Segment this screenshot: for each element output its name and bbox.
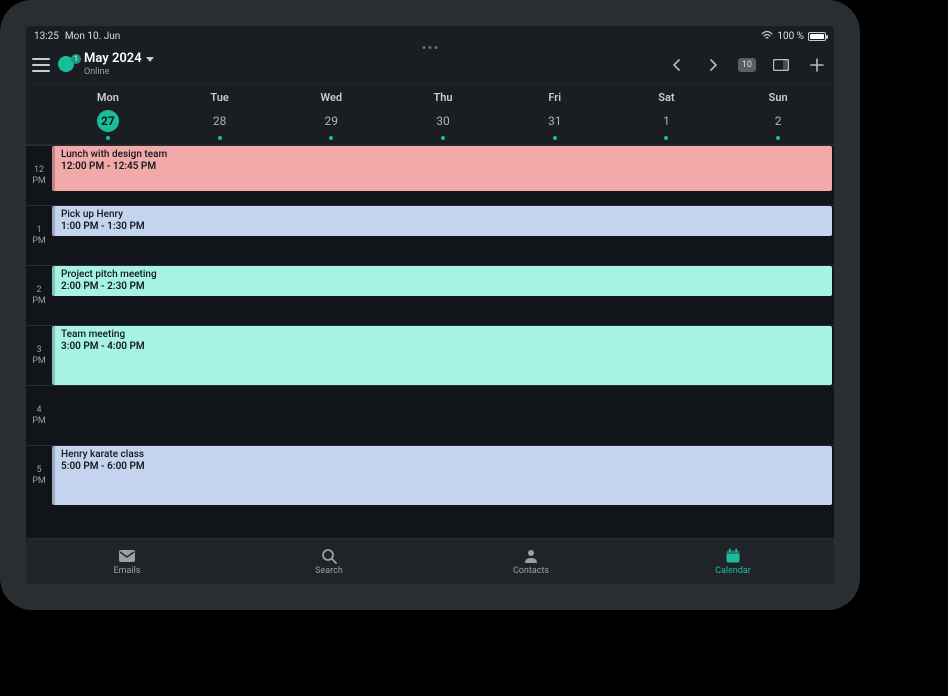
hour-row: 5PMHenry karate class5:00 PM - 6:00 PM bbox=[26, 445, 834, 505]
day-column-sun[interactable]: Sun 2 bbox=[722, 85, 834, 144]
event-time: 2:00 PM - 2:30 PM bbox=[61, 281, 826, 292]
calendar-event[interactable]: Team meeting3:00 PM - 4:00 PM bbox=[52, 326, 832, 385]
prev-button[interactable] bbox=[666, 54, 688, 76]
nav-contacts[interactable]: Contacts bbox=[430, 539, 632, 584]
search-icon bbox=[320, 548, 338, 564]
hour-content[interactable]: Pick up Henry1:00 PM - 1:30 PM bbox=[52, 206, 834, 265]
day-name: Sun bbox=[769, 91, 788, 104]
day-column-sat[interactable]: Sat 1 bbox=[611, 85, 723, 144]
hour-label: 2PM bbox=[26, 266, 52, 325]
today-button[interactable]: 10 bbox=[738, 58, 756, 72]
mail-icon bbox=[118, 548, 136, 564]
event-dot bbox=[329, 136, 333, 140]
event-dot bbox=[776, 136, 780, 140]
person-icon bbox=[522, 548, 540, 564]
hour-label: 12PM bbox=[26, 146, 52, 205]
day-number: 27 bbox=[97, 110, 119, 132]
badge-count: 1 bbox=[71, 54, 81, 64]
device-frame: 13:25 Mon 10. Jun 100 % 1 bbox=[0, 0, 860, 610]
day-number: 30 bbox=[432, 110, 454, 132]
day-name: Fri bbox=[548, 91, 561, 104]
event-title: Project pitch meeting bbox=[61, 269, 826, 280]
event-time: 12:00 PM - 12:45 PM bbox=[61, 161, 826, 172]
event-dot bbox=[664, 136, 668, 140]
hour-content[interactable] bbox=[52, 386, 834, 445]
hour-row: 3PMTeam meeting3:00 PM - 4:00 PM bbox=[26, 325, 834, 385]
account-badge[interactable]: 1 bbox=[58, 56, 76, 74]
day-number: 2 bbox=[767, 110, 789, 132]
nav-calendar[interactable]: Calendar bbox=[632, 539, 834, 584]
hour-row: 1PMPick up Henry1:00 PM - 1:30 PM bbox=[26, 205, 834, 265]
event-title: Pick up Henry bbox=[61, 209, 826, 220]
screen: 13:25 Mon 10. Jun 100 % 1 bbox=[26, 26, 834, 584]
battery-percent: 100 % bbox=[777, 31, 804, 42]
day-name: Tue bbox=[210, 91, 228, 104]
menu-icon[interactable] bbox=[32, 58, 50, 72]
event-title: Lunch with design team bbox=[61, 149, 826, 160]
hour-label: 1PM bbox=[26, 206, 52, 265]
view-toggle-button[interactable] bbox=[770, 54, 792, 76]
next-button[interactable] bbox=[702, 54, 724, 76]
day-name: Mon bbox=[97, 91, 119, 104]
bottom-nav: Emails Search Contacts Calendar bbox=[26, 538, 834, 584]
hour-content[interactable]: Project pitch meeting2:00 PM - 2:30 PM bbox=[52, 266, 834, 325]
week-header: Mon 27 Tue 28 Wed 29 Thu 30 Fri 31 Sat 1 Sun 2 bbox=[26, 84, 834, 144]
nav-label: Search bbox=[315, 566, 343, 576]
hour-label: 4PM bbox=[26, 386, 52, 445]
day-column-thu[interactable]: Thu 30 bbox=[387, 85, 499, 144]
nav-label: Calendar bbox=[715, 566, 751, 576]
hour-row: 4PM bbox=[26, 385, 834, 445]
event-title: Henry karate class bbox=[61, 449, 826, 460]
hour-content[interactable]: Lunch with design team12:00 PM - 12:45 P… bbox=[52, 146, 834, 205]
day-number: 29 bbox=[320, 110, 342, 132]
day-column-tue[interactable]: Tue 28 bbox=[164, 85, 276, 144]
day-name: Sat bbox=[658, 91, 674, 104]
hour-content[interactable]: Henry karate class5:00 PM - 6:00 PM bbox=[52, 446, 834, 505]
battery-icon bbox=[808, 32, 826, 41]
day-name: Wed bbox=[320, 91, 342, 104]
status-time: 13:25 bbox=[34, 31, 59, 42]
wifi-icon bbox=[761, 30, 773, 43]
event-dot bbox=[553, 136, 557, 140]
app-header: 1 May 2024 Online 10 bbox=[26, 46, 834, 84]
day-number: 1 bbox=[655, 110, 677, 132]
calendar-event[interactable]: Project pitch meeting2:00 PM - 2:30 PM bbox=[52, 266, 832, 296]
status-subtitle: Online bbox=[84, 67, 154, 77]
timeline[interactable]: 12PMLunch with design team12:00 PM - 12:… bbox=[26, 144, 834, 538]
month-picker[interactable]: May 2024 bbox=[84, 52, 154, 67]
nav-label: Contacts bbox=[513, 566, 549, 576]
day-number: 28 bbox=[209, 110, 231, 132]
hour-label: 3PM bbox=[26, 326, 52, 385]
add-button[interactable] bbox=[806, 54, 828, 76]
event-time: 3:00 PM - 4:00 PM bbox=[61, 341, 826, 352]
event-title: Team meeting bbox=[61, 329, 826, 340]
nav-emails[interactable]: Emails bbox=[26, 539, 228, 584]
nav-label: Emails bbox=[114, 566, 141, 576]
status-bar: 13:25 Mon 10. Jun 100 % bbox=[26, 26, 834, 46]
status-date: Mon 10. Jun bbox=[65, 31, 120, 42]
day-number: 31 bbox=[544, 110, 566, 132]
calendar-event[interactable]: Henry karate class5:00 PM - 6:00 PM bbox=[52, 446, 832, 505]
event-dot bbox=[218, 136, 222, 140]
page-dots bbox=[423, 46, 438, 49]
hour-label: 5PM bbox=[26, 446, 52, 505]
month-title: May 2024 bbox=[84, 52, 142, 67]
hour-row: 2PMProject pitch meeting2:00 PM - 2:30 P… bbox=[26, 265, 834, 325]
calendar-event[interactable]: Lunch with design team12:00 PM - 12:45 P… bbox=[52, 146, 832, 191]
day-column-fri[interactable]: Fri 31 bbox=[499, 85, 611, 144]
event-dot bbox=[106, 136, 110, 140]
event-time: 1:00 PM - 1:30 PM bbox=[61, 221, 826, 232]
event-time: 5:00 PM - 6:00 PM bbox=[61, 461, 826, 472]
calendar-icon bbox=[724, 548, 742, 564]
nav-search[interactable]: Search bbox=[228, 539, 430, 584]
hour-row: 12PMLunch with design team12:00 PM - 12:… bbox=[26, 145, 834, 205]
chevron-down-icon bbox=[146, 57, 154, 62]
day-column-wed[interactable]: Wed 29 bbox=[275, 85, 387, 144]
hour-content[interactable]: Team meeting3:00 PM - 4:00 PM bbox=[52, 326, 834, 385]
calendar-event[interactable]: Pick up Henry1:00 PM - 1:30 PM bbox=[52, 206, 832, 236]
day-column-mon[interactable]: Mon 27 bbox=[52, 85, 164, 144]
event-dot bbox=[441, 136, 445, 140]
day-name: Thu bbox=[433, 91, 452, 104]
